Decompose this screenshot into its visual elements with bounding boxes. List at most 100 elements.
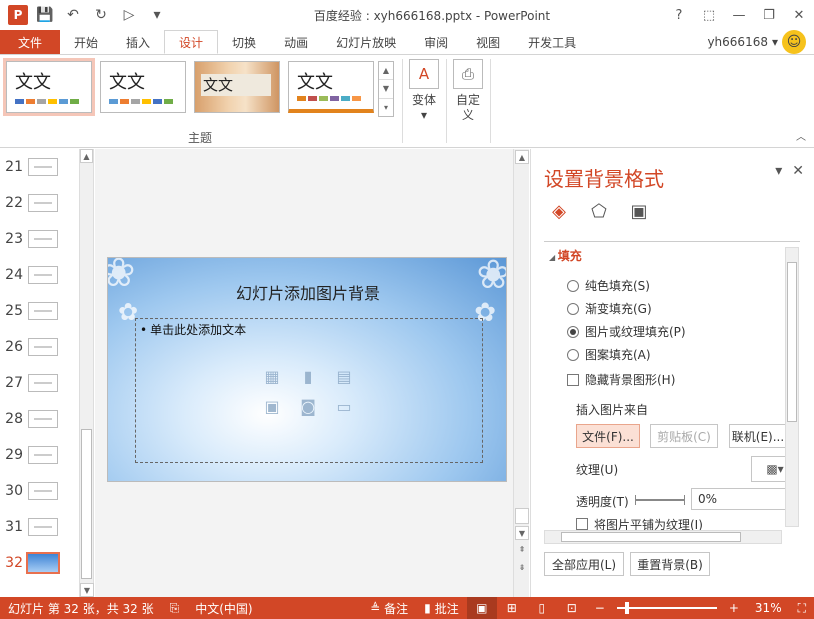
radio-button[interactable] [567,348,579,361]
customize-icon[interactable]: ▾ [146,4,168,26]
thumbnail-item[interactable]: 21 [0,149,80,185]
tab-view[interactable]: 视图 [462,30,514,54]
slideshow-view-icon[interactable]: ⊡ [557,597,587,619]
slide-thumbnail[interactable] [26,552,60,574]
scroll-thumb[interactable] [787,262,797,422]
scroll-thumb[interactable] [515,508,529,524]
thumbnail-item-selected[interactable]: 32 [0,545,80,581]
thumbnail-item[interactable]: 23 [0,221,80,257]
slide-thumbnail[interactable] [28,338,58,356]
tab-file[interactable]: 文件 [0,30,60,54]
gallery-more-icon[interactable]: ▾ [379,99,393,116]
notes-button[interactable]: ≜ 备注 [362,600,416,617]
scroll-down-icon[interactable]: ▼ [379,80,393,99]
scroll-thumb[interactable] [81,429,92,579]
slide-sorter-icon[interactable]: ⊞ [497,597,527,619]
undo-icon[interactable]: ↶ [62,4,84,26]
restore-icon[interactable]: ❐ [754,0,784,30]
thumbnail-item[interactable]: 25 [0,293,80,329]
insert-chart-icon[interactable]: ▮ [294,365,322,387]
reset-background-button[interactable]: 重置背景(B) [630,552,710,576]
slide-thumbnail[interactable] [28,302,58,320]
slide-thumbnail[interactable] [28,374,58,392]
thumbnail-item[interactable]: 24 [0,257,80,293]
radio-button[interactable] [567,279,579,292]
thumbnail-item[interactable]: 31 [0,509,80,545]
collapse-ribbon-icon[interactable]: ︿ [796,128,806,143]
option-gradient-fill[interactable]: 渐变填充(G) [567,300,652,317]
slide-thumbnail[interactable] [28,482,58,500]
pane-scrollbar[interactable] [785,247,799,527]
radio-button[interactable] [567,302,579,315]
option-hide-background-graphics[interactable]: 隐藏背景图形(H) [567,371,675,388]
slide-thumbnail[interactable] [28,266,58,284]
transparency-input[interactable]: 0% [691,488,791,510]
thumbnail-item[interactable]: 30 [0,473,80,509]
reading-view-icon[interactable]: ▯ [527,597,557,619]
slide-thumbnail[interactable] [28,410,58,428]
option-solid-fill[interactable]: 纯色填充(S) [567,277,650,294]
thumbnail-item[interactable]: 28 [0,401,80,437]
slide-thumbnail[interactable] [28,194,58,212]
insert-smartart-icon[interactable]: ▤ [330,365,358,387]
ribbon-display-icon[interactable]: ⬚ [694,0,724,30]
thumbnail-item[interactable]: 29 [0,437,80,473]
scroll-up-icon[interactable]: ▲ [515,150,529,164]
slide-thumbnail[interactable] [28,446,58,464]
previous-slide-icon[interactable]: ⇞ [515,542,529,556]
theme-office-2[interactable]: 文文 [100,61,186,113]
scroll-thumb[interactable] [561,532,741,542]
user-account[interactable]: yh666168 ▾ ☺ [707,30,814,54]
present-icon[interactable]: ▷ [118,4,140,26]
normal-view-icon[interactable]: ▣ [466,597,497,619]
slide-thumbnail[interactable] [28,230,58,248]
scroll-up-icon[interactable]: ▲ [80,149,93,163]
fill-bucket-icon[interactable]: ◈ [547,199,571,223]
thumbnail-item[interactable]: 22 [0,185,80,221]
fit-to-window-icon[interactable]: ⛶ [790,601,814,616]
picture-icon[interactable]: ▣ [627,199,651,223]
clipboard-button[interactable]: 剪贴板(C) [650,424,718,448]
thumbnails-scrollbar[interactable]: ▲ ▼ [79,149,94,597]
tab-review[interactable]: 审阅 [410,30,462,54]
slide-canvas[interactable]: ❀ ❀ ✿ ✿ 幻灯片添加图片背景 单击此处添加文本 ▦ ▮ ▤ ▣ ◙ ▭ [107,257,507,482]
zoom-level[interactable]: 31% [747,601,790,615]
minimize-icon[interactable]: — [724,0,754,30]
radio-button-selected[interactable] [567,325,579,338]
transparency-slider[interactable] [635,495,685,505]
next-slide-icon[interactable]: ⇟ [515,560,529,574]
online-button[interactable]: 联机(E)... [729,424,787,448]
effects-pentagon-icon[interactable]: ⬠ [587,199,611,223]
editor-scrollbar[interactable]: ▲ ▼ ⇞ ⇟ [513,149,529,597]
insert-picture-icon[interactable]: ▣ [258,395,286,417]
thumbnail-item[interactable]: 27 [0,365,80,401]
tab-home[interactable]: 开始 [60,30,112,54]
theme-office[interactable]: 文文 [3,58,95,116]
slide-thumbnail[interactable] [28,518,58,536]
insert-table-icon[interactable]: ▦ [258,365,286,387]
spellcheck-icon[interactable]: ⎘ [162,601,188,616]
save-icon[interactable]: 💾 [34,4,56,26]
theme-orange[interactable]: 文文 [288,61,374,113]
tab-transitions[interactable]: 切换 [218,30,270,54]
scroll-down-icon[interactable]: ▼ [80,583,94,597]
tab-animations[interactable]: 动画 [270,30,322,54]
tab-design[interactable]: 设计 [164,30,219,54]
pane-options-icon[interactable]: ▾ [775,163,782,179]
close-icon[interactable]: ✕ [784,0,814,30]
option-tile-picture[interactable]: 将图片平铺为纹理(I) [576,518,703,530]
fill-section-header[interactable]: 填充 [549,247,582,264]
close-icon[interactable]: ✕ [792,163,804,179]
theme-wood[interactable]: 文文 [194,61,280,113]
option-pattern-fill[interactable]: 图案填充(A) [567,346,651,363]
customize-button[interactable]: ⎙ 自定 义 [448,59,488,123]
redo-icon[interactable]: ↻ [90,4,112,26]
tab-slideshow[interactable]: 幻灯片放映 [322,30,410,54]
insert-online-picture-icon[interactable]: ◙ [294,395,322,417]
language-indicator[interactable]: 中文(中国) [187,600,260,617]
checkbox[interactable] [567,373,579,386]
apply-to-all-button[interactable]: 全部应用(L) [544,552,624,576]
option-picture-fill[interactable]: 图片或纹理填充(P) [567,323,686,340]
theme-gallery-scroll[interactable]: ▲ ▼ ▾ [378,61,394,117]
variants-button[interactable]: A 变体 ▾ [404,59,444,123]
